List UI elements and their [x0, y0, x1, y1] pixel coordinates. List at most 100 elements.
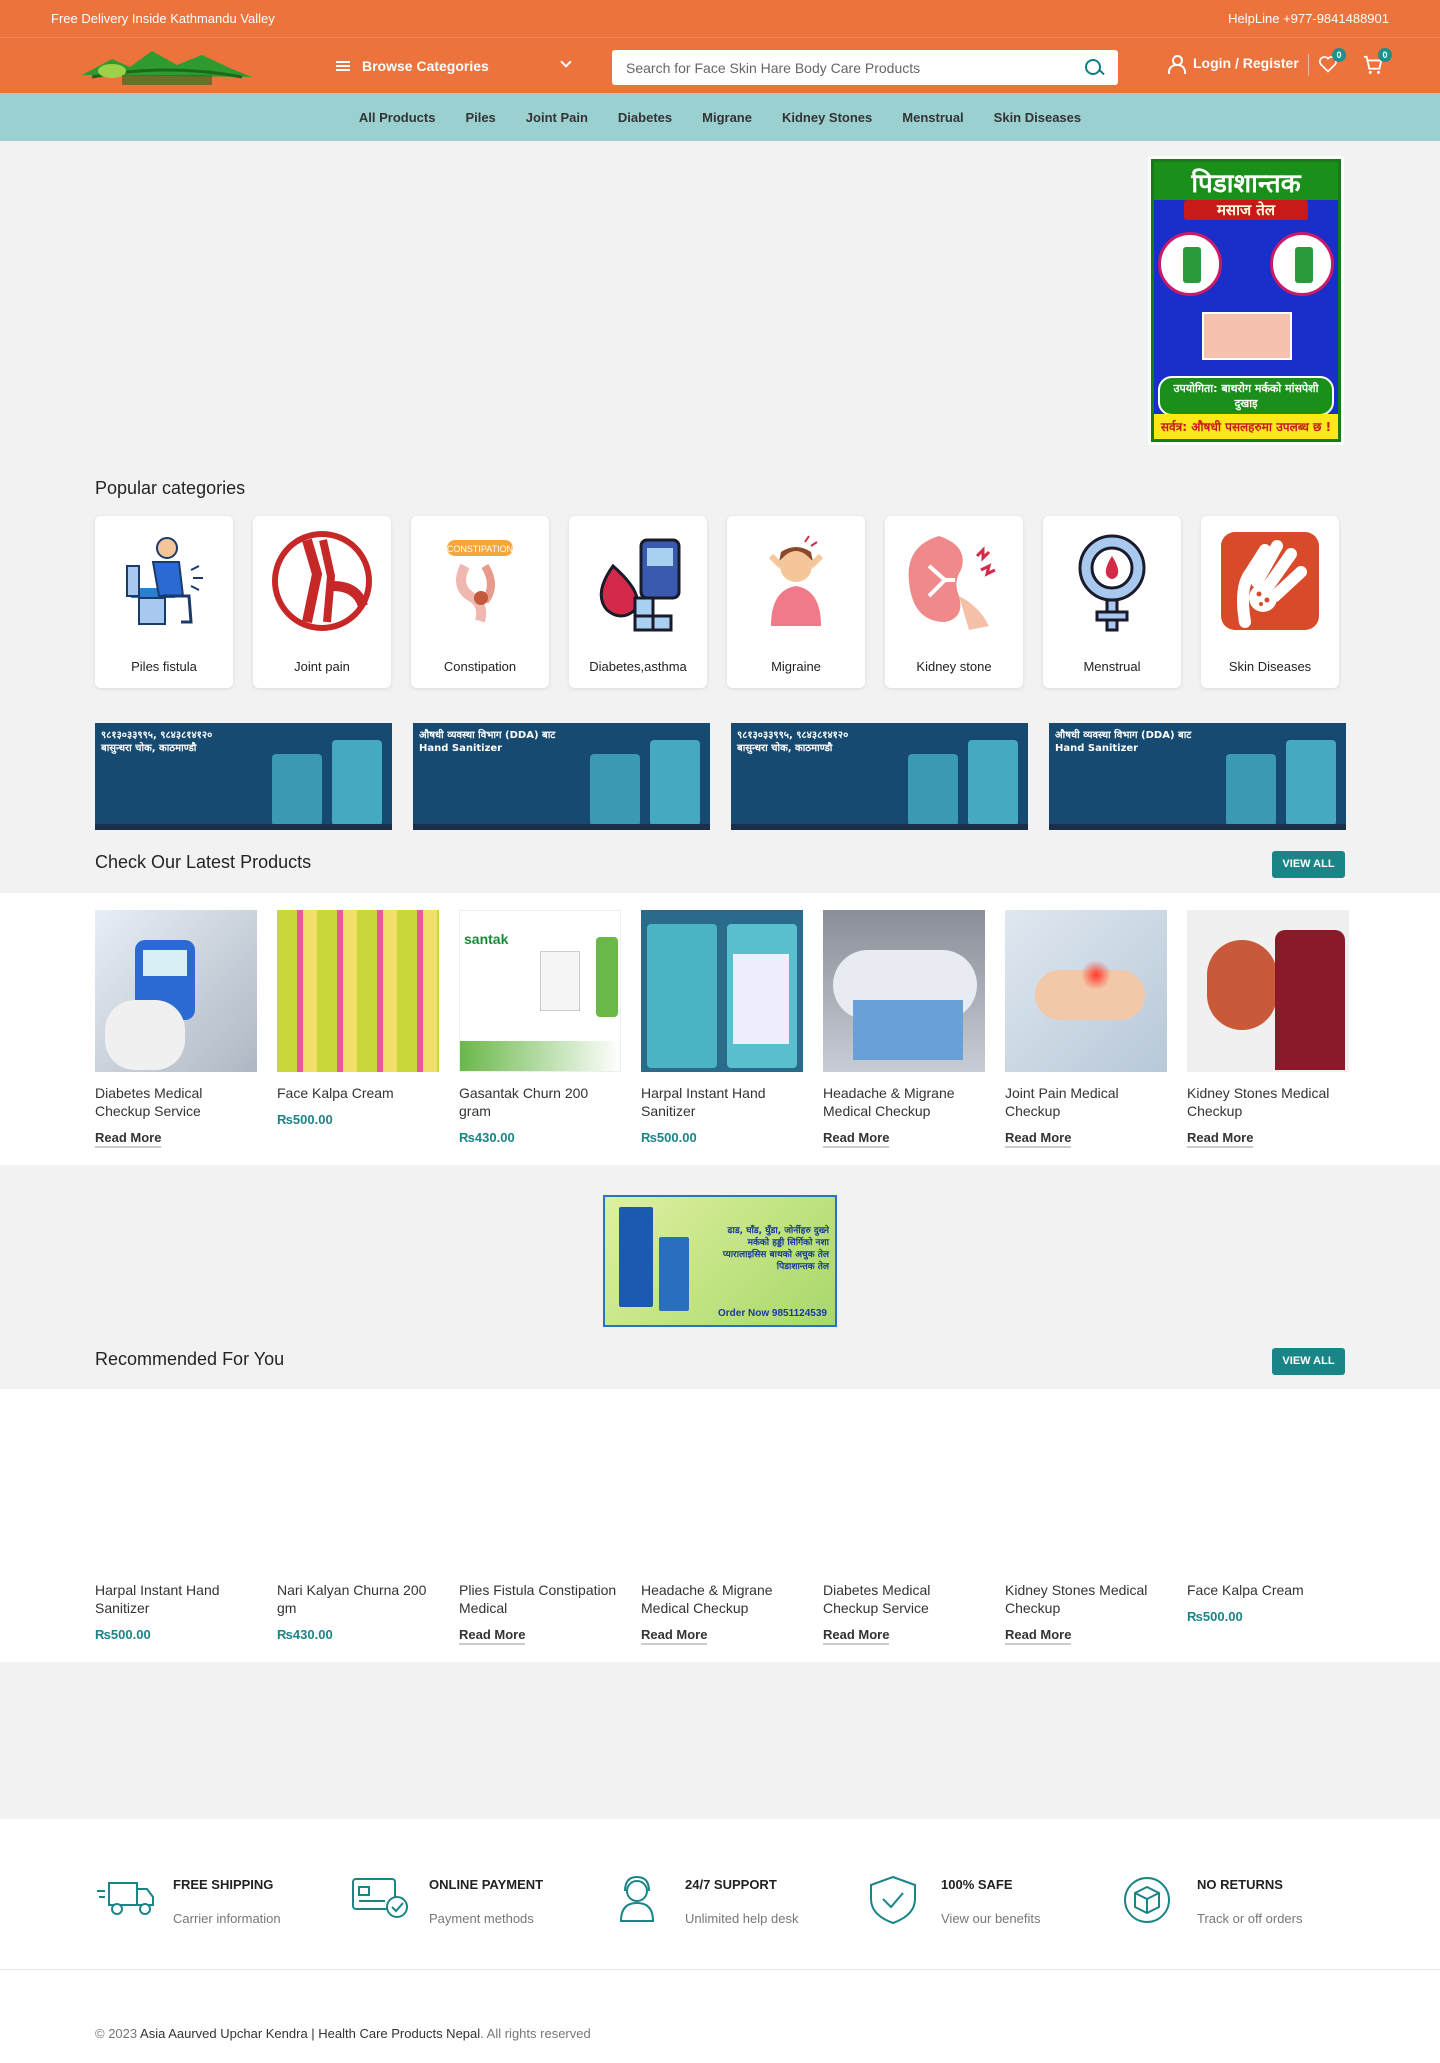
product-name[interactable]: Headache & Migrane Medical Checkup — [823, 1084, 985, 1120]
main-header: Browse Categories Login / Register 0 0 — [0, 37, 1440, 93]
hero-section: पिडाशान्तक मसाज तेल उपयोगिता: बाथरोग मर्… — [0, 141, 1440, 473]
read-more-link[interactable]: Read More — [459, 1627, 526, 1645]
category-card-diabetes[interactable]: Diabetes,asthma — [569, 516, 707, 688]
read-more-link[interactable]: Read More — [1187, 1130, 1254, 1148]
product-card[interactable]: Plies Fistula Constipation Medical Read … — [459, 1407, 621, 1645]
product-name[interactable]: Nari Kalyan Churna 200 gm — [277, 1581, 439, 1617]
product-image[interactable] — [95, 910, 257, 1072]
product-name[interactable]: Plies Fistula Constipation Medical — [459, 1581, 621, 1617]
product-price: ₨430.00 — [459, 1130, 515, 1145]
category-card-skin[interactable]: Skin Diseases — [1201, 516, 1339, 688]
read-more-link[interactable]: Read More — [823, 1627, 890, 1645]
product-card[interactable]: Diabetes Medical Checkup Service Read Mo… — [95, 910, 257, 1148]
nav-migrane[interactable]: Migrane — [702, 110, 752, 125]
kidney-icon — [908, 536, 996, 630]
product-card[interactable]: Headache & Migrane Medical Checkup Read … — [823, 910, 985, 1148]
read-more-link[interactable]: Read More — [823, 1130, 890, 1148]
promo-banner[interactable]: ९८१३०३३९९५, ९८४३८१४१२० बासुन्धरा चोक, का… — [95, 723, 392, 830]
product-name[interactable]: Gasantak Churn 200 gram — [459, 1084, 621, 1120]
product-card[interactable]: Harpal Instant Hand Sanitizer ₨500.00 — [641, 910, 803, 1148]
product-card[interactable]: Face Kalpa Cream ₨500.00 — [277, 910, 439, 1148]
product-card[interactable]: Joint Pain Medical Checkup Read More — [1005, 910, 1167, 1148]
feature-title: NO RETURNS — [1197, 1877, 1283, 1892]
cart-button[interactable]: 0 — [1362, 48, 1392, 76]
product-card[interactable]: Kidney Stones Medical Checkup Read More — [1005, 1407, 1167, 1645]
feature-support[interactable]: 24/7 SUPPORT Unlimited help desk — [607, 1875, 863, 1926]
product-image[interactable] — [1187, 1407, 1349, 1569]
shield-icon — [870, 1875, 916, 1925]
read-more-link[interactable]: Read More — [1005, 1130, 1072, 1148]
product-card[interactable]: Nari Kalyan Churna 200 gm ₨430.00 — [277, 1407, 439, 1645]
product-card[interactable]: Face Kalpa Cream ₨500.00 — [1187, 1407, 1349, 1645]
category-label: Diabetes,asthma — [589, 659, 687, 674]
nav-all-products[interactable]: All Products — [359, 110, 436, 125]
wishlist-button[interactable]: 0 — [1318, 48, 1346, 76]
feature-free-shipping[interactable]: FREE SHIPPING Carrier information — [95, 1875, 351, 1926]
nav-piles[interactable]: Piles — [465, 110, 495, 125]
card-icon — [352, 1878, 408, 1918]
copyright-site-link[interactable]: Asia Aaurved Upchar Kendra | Health Care… — [140, 2026, 480, 2041]
product-card[interactable]: Diabetes Medical Checkup Service Read Mo… — [823, 1407, 985, 1645]
poster-bottle-image — [1270, 232, 1334, 296]
product-card[interactable]: Headache & Migrane Medical Checkup Read … — [641, 1407, 803, 1645]
product-name[interactable]: Kidney Stones Medical Checkup — [1005, 1581, 1167, 1617]
promo-banner[interactable]: औषधी व्यवस्था विभाग (DDA) बाट Hand Sanit… — [413, 723, 710, 830]
product-image[interactable] — [1005, 910, 1167, 1072]
product-image[interactable] — [459, 1407, 621, 1569]
search-icon[interactable] — [1084, 58, 1104, 78]
product-name[interactable]: Diabetes Medical Checkup Service — [95, 1084, 257, 1120]
read-more-link[interactable]: Read More — [641, 1627, 708, 1645]
feature-safe[interactable]: 100% SAFE View our benefits — [863, 1875, 1119, 1926]
product-image[interactable] — [823, 910, 985, 1072]
product-name[interactable]: Joint Pain Medical Checkup — [1005, 1084, 1167, 1120]
promo-banner[interactable]: औषधी व्यवस्था विभाग (DDA) बाट Hand Sanit… — [1049, 723, 1346, 830]
feature-subtitle: Track or off orders — [1197, 1911, 1303, 1926]
category-card-piles[interactable]: Piles fistula — [95, 516, 233, 688]
nav-joint-pain[interactable]: Joint Pain — [526, 110, 588, 125]
read-more-link[interactable]: Read More — [1005, 1627, 1072, 1645]
browse-categories-button[interactable]: Browse Categories — [336, 52, 580, 80]
product-card[interactable]: santak Gasantak Churn 200 gram ₨430.00 — [459, 910, 621, 1148]
product-image[interactable] — [1187, 910, 1349, 1072]
login-register-link[interactable]: Login / Register — [1167, 54, 1299, 74]
product-name[interactable]: Face Kalpa Cream — [277, 1084, 439, 1102]
promo-banner-text: औषधी व्यवस्था विभाग (DDA) बाट Hand Sanit… — [419, 730, 556, 754]
product-image[interactable] — [641, 910, 803, 1072]
nav-diabetes[interactable]: Diabetes — [618, 110, 672, 125]
category-card-menstrual[interactable]: Menstrual — [1043, 516, 1181, 688]
search-input[interactable] — [626, 59, 1084, 76]
product-image[interactable]: santak — [459, 910, 621, 1072]
product-name[interactable]: Kidney Stones Medical Checkup — [1187, 1084, 1349, 1120]
oil-promo-banner[interactable]: ढाड, घाँड, घुँडा, जोर्नीहरु दुख्ने मर्कक… — [603, 1195, 837, 1327]
product-name[interactable]: Headache & Migrane Medical Checkup — [641, 1581, 803, 1617]
product-image[interactable] — [1005, 1407, 1167, 1569]
product-name[interactable]: Face Kalpa Cream — [1187, 1581, 1349, 1599]
product-name[interactable]: Diabetes Medical Checkup Service — [823, 1581, 985, 1617]
product-name[interactable]: Harpal Instant Hand Sanitizer — [641, 1084, 803, 1120]
site-logo[interactable] — [82, 45, 252, 89]
nav-skin-diseases[interactable]: Skin Diseases — [994, 110, 1081, 125]
product-image[interactable] — [277, 1407, 439, 1569]
feature-online-payment[interactable]: ONLINE PAYMENT Payment methods — [351, 1875, 607, 1926]
product-card[interactable]: Harpal Instant Hand Sanitizer ₨500.00 — [95, 1407, 257, 1645]
category-card-kidney[interactable]: Kidney stone — [885, 516, 1023, 688]
product-name[interactable]: Harpal Instant Hand Sanitizer — [95, 1581, 257, 1617]
product-image[interactable] — [277, 910, 439, 1072]
product-image[interactable] — [823, 1407, 985, 1569]
product-image[interactable] — [641, 1407, 803, 1569]
latest-view-all-button[interactable]: VIEW ALL — [1272, 851, 1345, 878]
cart-count: 0 — [1378, 48, 1392, 62]
category-card-migraine[interactable]: Migraine — [727, 516, 865, 688]
feature-no-returns[interactable]: NO RETURNS Track or off orders — [1119, 1875, 1375, 1926]
nav-kidney-stones[interactable]: Kidney Stones — [782, 110, 872, 125]
category-card-constipation[interactable]: CONSTIPATION Constipation — [411, 516, 549, 688]
product-image[interactable] — [95, 1407, 257, 1569]
recommended-view-all-button[interactable]: VIEW ALL — [1272, 1348, 1345, 1375]
read-more-link[interactable]: Read More — [95, 1130, 162, 1148]
category-card-joint[interactable]: Joint pain — [253, 516, 391, 688]
product-card[interactable]: Kidney Stones Medical Checkup Read More — [1187, 910, 1349, 1148]
hero-poster[interactable]: पिडाशान्तक मसाज तेल उपयोगिता: बाथरोग मर्… — [1148, 156, 1344, 445]
nav-menstrual[interactable]: Menstrual — [902, 110, 963, 125]
product-price: ₨500.00 — [95, 1627, 151, 1642]
promo-banner[interactable]: ९८१३०३३९९५, ९८४३८१४१२० बासुन्धरा चोक, का… — [731, 723, 1028, 830]
